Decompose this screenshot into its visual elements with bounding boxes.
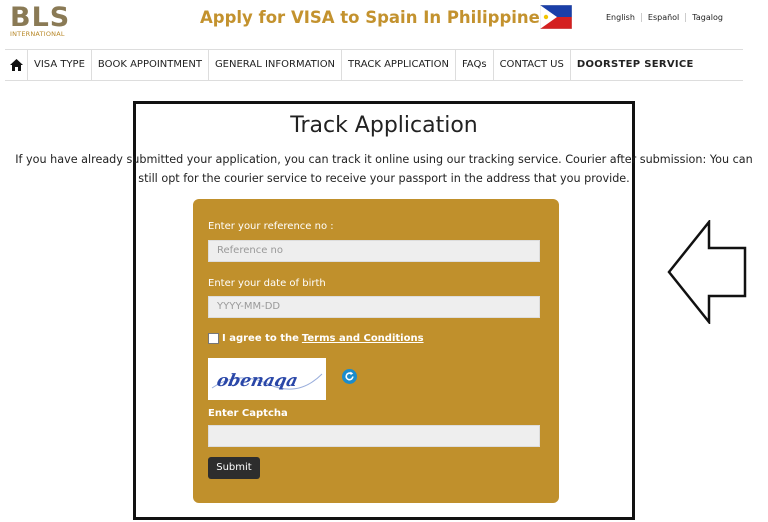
language-switcher: English Español Tagalog xyxy=(600,13,729,22)
bls-logo[interactable]: BLS INTERNATIONAL xyxy=(10,4,90,44)
captcha-input[interactable] xyxy=(208,425,540,447)
home-icon xyxy=(9,59,23,71)
lang-espanol[interactable]: Español xyxy=(640,13,685,22)
nav-general-information[interactable]: GENERAL INFORMATION xyxy=(207,50,341,80)
site-title: Apply for VISA to Spain In Philippines xyxy=(200,8,550,27)
philippines-flag-icon xyxy=(540,5,572,29)
captcha-text: obenaqa xyxy=(215,371,300,391)
logo-subtext: INTERNATIONAL xyxy=(10,30,65,38)
reference-label: Enter your reference no : xyxy=(208,221,334,232)
agree-checkbox[interactable] xyxy=(208,333,219,344)
page-title: Track Application xyxy=(290,113,478,138)
intro-line-1: If you have already submitted your appli… xyxy=(15,153,753,166)
nav-home[interactable] xyxy=(5,50,27,80)
agree-text: I agree to the xyxy=(222,333,299,344)
reference-input[interactable]: Reference no xyxy=(208,240,540,262)
logo-text: BLS xyxy=(10,2,71,33)
lang-tagalog[interactable]: Tagalog xyxy=(685,13,729,22)
nav-contact-us[interactable]: CONTACT US xyxy=(492,50,570,80)
refresh-icon[interactable] xyxy=(342,369,357,384)
agree-terms: I agree to the Terms and Conditions xyxy=(208,333,424,344)
nav-track-application[interactable]: TRACK APPLICATION xyxy=(341,50,455,80)
dob-label: Enter your date of birth xyxy=(208,278,326,289)
main-nav: VISA TYPE BOOK APPOINTMENT GENERAL INFOR… xyxy=(5,49,743,81)
nav-book-appointment[interactable]: BOOK APPOINTMENT xyxy=(90,50,208,80)
nav-doorstep-service[interactable]: DOORSTEP SERVICE xyxy=(569,50,700,80)
intro-line-2: still opt for the courier service to rec… xyxy=(138,172,630,185)
lang-english[interactable]: English xyxy=(600,13,641,22)
nav-visa-type[interactable]: VISA TYPE xyxy=(27,50,91,80)
captcha-label: Enter Captcha xyxy=(208,408,288,419)
nav-faqs[interactable]: FAQs xyxy=(454,50,493,80)
dob-input[interactable]: YYYY-MM-DD xyxy=(208,296,540,318)
track-form-card: Enter your reference no : Reference no E… xyxy=(193,199,559,503)
submit-button[interactable]: Submit xyxy=(208,457,260,479)
intro-text: If you have already submitted your appli… xyxy=(6,150,762,188)
captcha-image: obenaqa xyxy=(208,358,326,400)
terms-link[interactable]: Terms and Conditions xyxy=(302,333,424,344)
left-arrow-icon xyxy=(667,220,747,324)
